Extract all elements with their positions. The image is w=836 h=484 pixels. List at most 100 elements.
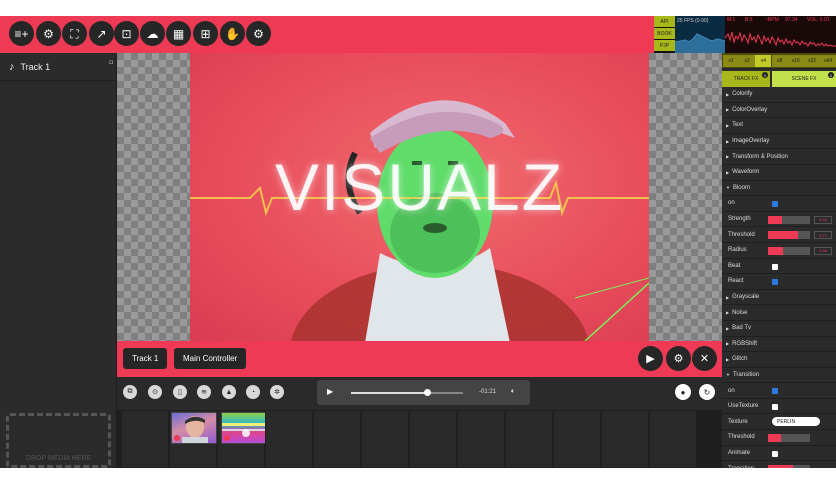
output-window-button[interactable]: ⊡: [114, 21, 139, 46]
effect-glitch[interactable]: ▶ Glitch: [722, 352, 836, 368]
effect-noise[interactable]: ▶ Noise: [722, 305, 836, 321]
speed-tab-x64[interactable]: x64: [820, 55, 836, 67]
clip-tag-icon: [224, 435, 230, 441]
effect-transform-position[interactable]: ▶ Transform & Position: [722, 149, 836, 165]
chevron-right-icon: ▶: [726, 310, 730, 316]
param-checkbox[interactable]: [772, 403, 778, 410]
settings-button[interactable]: ⚙: [666, 346, 691, 371]
cloud-button[interactable]: ☁: [140, 21, 165, 46]
effect-text[interactable]: ▶ Text: [722, 118, 836, 134]
param-label: Animate: [728, 449, 751, 456]
volume-icon[interactable]: 🔈︎: [511, 388, 515, 396]
param-checkbox[interactable]: [772, 263, 778, 270]
media-drop-zone[interactable]: DROP MEDIA HERE: [6, 413, 111, 468]
snowflake-icon[interactable]: ✲: [270, 385, 284, 399]
clip-slot[interactable]: [121, 410, 169, 468]
param-checkbox[interactable]: [772, 388, 778, 395]
record-icon[interactable]: ⊙: [148, 385, 162, 399]
track-fx-tab[interactable]: TRACK FX 0: [722, 71, 770, 87]
param-checkbox[interactable]: [772, 201, 778, 208]
grid-button[interactable]: ▦: [166, 21, 191, 46]
scene-fx-tab[interactable]: SCENE FX 0: [772, 71, 836, 87]
player-play-icon[interactable]: ▶: [327, 387, 333, 396]
param-slider[interactable]: [768, 246, 810, 255]
effect-label: Text: [732, 122, 744, 129]
player-seek-knob[interactable]: [424, 389, 432, 396]
device-icon[interactable]: ▯: [173, 385, 187, 399]
settings-button[interactable]: ⚙: [36, 21, 61, 46]
speed-tab-x2[interactable]: x2: [739, 55, 756, 67]
speed-tab-x32[interactable]: x32: [804, 55, 820, 67]
effect-label: Glitch: [732, 356, 748, 363]
effect-bad-tv[interactable]: ▶ Bad Tv: [722, 321, 836, 337]
effect-transition[interactable]: ▼ Transition: [722, 368, 836, 384]
record-circle-button[interactable]: ●: [675, 384, 691, 400]
waveform-icon[interactable]: ≋: [197, 385, 211, 399]
external-window-button[interactable]: ↗: [89, 21, 114, 46]
param-value-field[interactable]: 0.71: [814, 231, 832, 240]
effect-waveform[interactable]: ▶ Waveform: [722, 165, 836, 181]
clip-thumbnail-visualz[interactable]: [221, 412, 267, 444]
param-slider[interactable]: [768, 231, 810, 240]
fullscreen-button[interactable]: ⛶: [62, 21, 87, 46]
effect-bloom[interactable]: ▼ Bloom: [722, 181, 836, 197]
clip-slot[interactable]: [649, 410, 697, 468]
close-button[interactable]: ✕: [692, 346, 717, 371]
clip-slot[interactable]: [601, 410, 649, 468]
clip-slot[interactable]: [457, 410, 505, 468]
effect-imageoverlay[interactable]: ▶ ImageOverlay: [722, 134, 836, 150]
param-label: Threshold: [728, 434, 755, 441]
param-strength: Strength 0.33: [722, 212, 836, 228]
speed-tab-x16[interactable]: x16: [787, 55, 804, 67]
layers-icon[interactable]: ⧉: [123, 385, 137, 399]
player-seek-bar[interactable]: [351, 389, 463, 396]
gear-button[interactable]: ⚙: [246, 21, 271, 46]
track-list-item[interactable]: ♪ Track 1 ◘: [0, 53, 117, 81]
mode-pjp-button[interactable]: PJP: [654, 40, 675, 52]
effect-rgbshift[interactable]: ▶ RGBShift: [722, 337, 836, 353]
drop-zone-label: DROP MEDIA HERE: [25, 455, 92, 462]
chevron-right-icon: ▶: [726, 294, 730, 300]
param-checkbox[interactable]: [772, 279, 778, 286]
speed-tab-x4[interactable]: x4: [755, 55, 772, 67]
clip-slot[interactable]: [217, 410, 267, 468]
param-slider[interactable]: [768, 215, 810, 224]
clip-slot[interactable]: [169, 410, 217, 468]
play-button[interactable]: ▶: [638, 346, 663, 371]
effect-colorify[interactable]: ▶ Colorify: [722, 87, 836, 103]
effect-grayscale[interactable]: ▶ Grayscale: [722, 290, 836, 306]
add-playlist-button[interactable]: ≡+: [9, 21, 34, 46]
param-label: UseTexture: [728, 403, 759, 410]
mode-api-button[interactable]: API: [654, 16, 675, 28]
main-controller-button[interactable]: Main Controller: [174, 348, 247, 369]
param-slider[interactable]: [768, 434, 810, 443]
speed-tab-v1[interactable]: v1: [723, 55, 739, 67]
mode-book-button[interactable]: BOOK: [654, 28, 675, 40]
chevron-right-icon: ▶: [726, 138, 730, 144]
param-select[interactable]: PERLIN: [772, 417, 820, 427]
clip-toolbar: ▶ -01:21 🔈︎ ● ↻ ⧉ ⊙ ▯ ≋ ▲ ◔ ✲: [117, 377, 722, 407]
param-slider-fill: [768, 434, 781, 443]
param-value-field[interactable]: 0.36: [814, 246, 832, 255]
cloud-icon: ☁: [146, 26, 159, 41]
clip-slot[interactable]: [313, 410, 361, 468]
clip-thumbnail-webcam[interactable]: [171, 412, 217, 444]
refresh-button[interactable]: ↻: [699, 384, 715, 400]
effect-coloroverlay[interactable]: ▶ ColorOverlay: [722, 103, 836, 119]
clock-icon[interactable]: ◔: [246, 385, 260, 399]
clip-slot[interactable]: [265, 410, 313, 468]
clip-slot[interactable]: [553, 410, 601, 468]
clip-slot[interactable]: [505, 410, 553, 468]
effect-label: Grayscale: [732, 294, 760, 301]
speed-tab-x8[interactable]: x8: [771, 55, 788, 67]
param-value-field[interactable]: 0.33: [814, 215, 832, 224]
clip-slot[interactable]: [361, 410, 409, 468]
webcam-button[interactable]: ⊞: [193, 21, 218, 46]
track-1-button[interactable]: Track 1: [123, 348, 168, 369]
mountain-icon[interactable]: ▲: [222, 385, 236, 399]
hand-button[interactable]: ✋: [220, 21, 245, 46]
clip-slot[interactable]: [409, 410, 457, 468]
param-checkbox[interactable]: [772, 450, 778, 457]
param-slider[interactable]: [768, 465, 810, 468]
track-menu-icon[interactable]: ◘: [109, 60, 113, 66]
